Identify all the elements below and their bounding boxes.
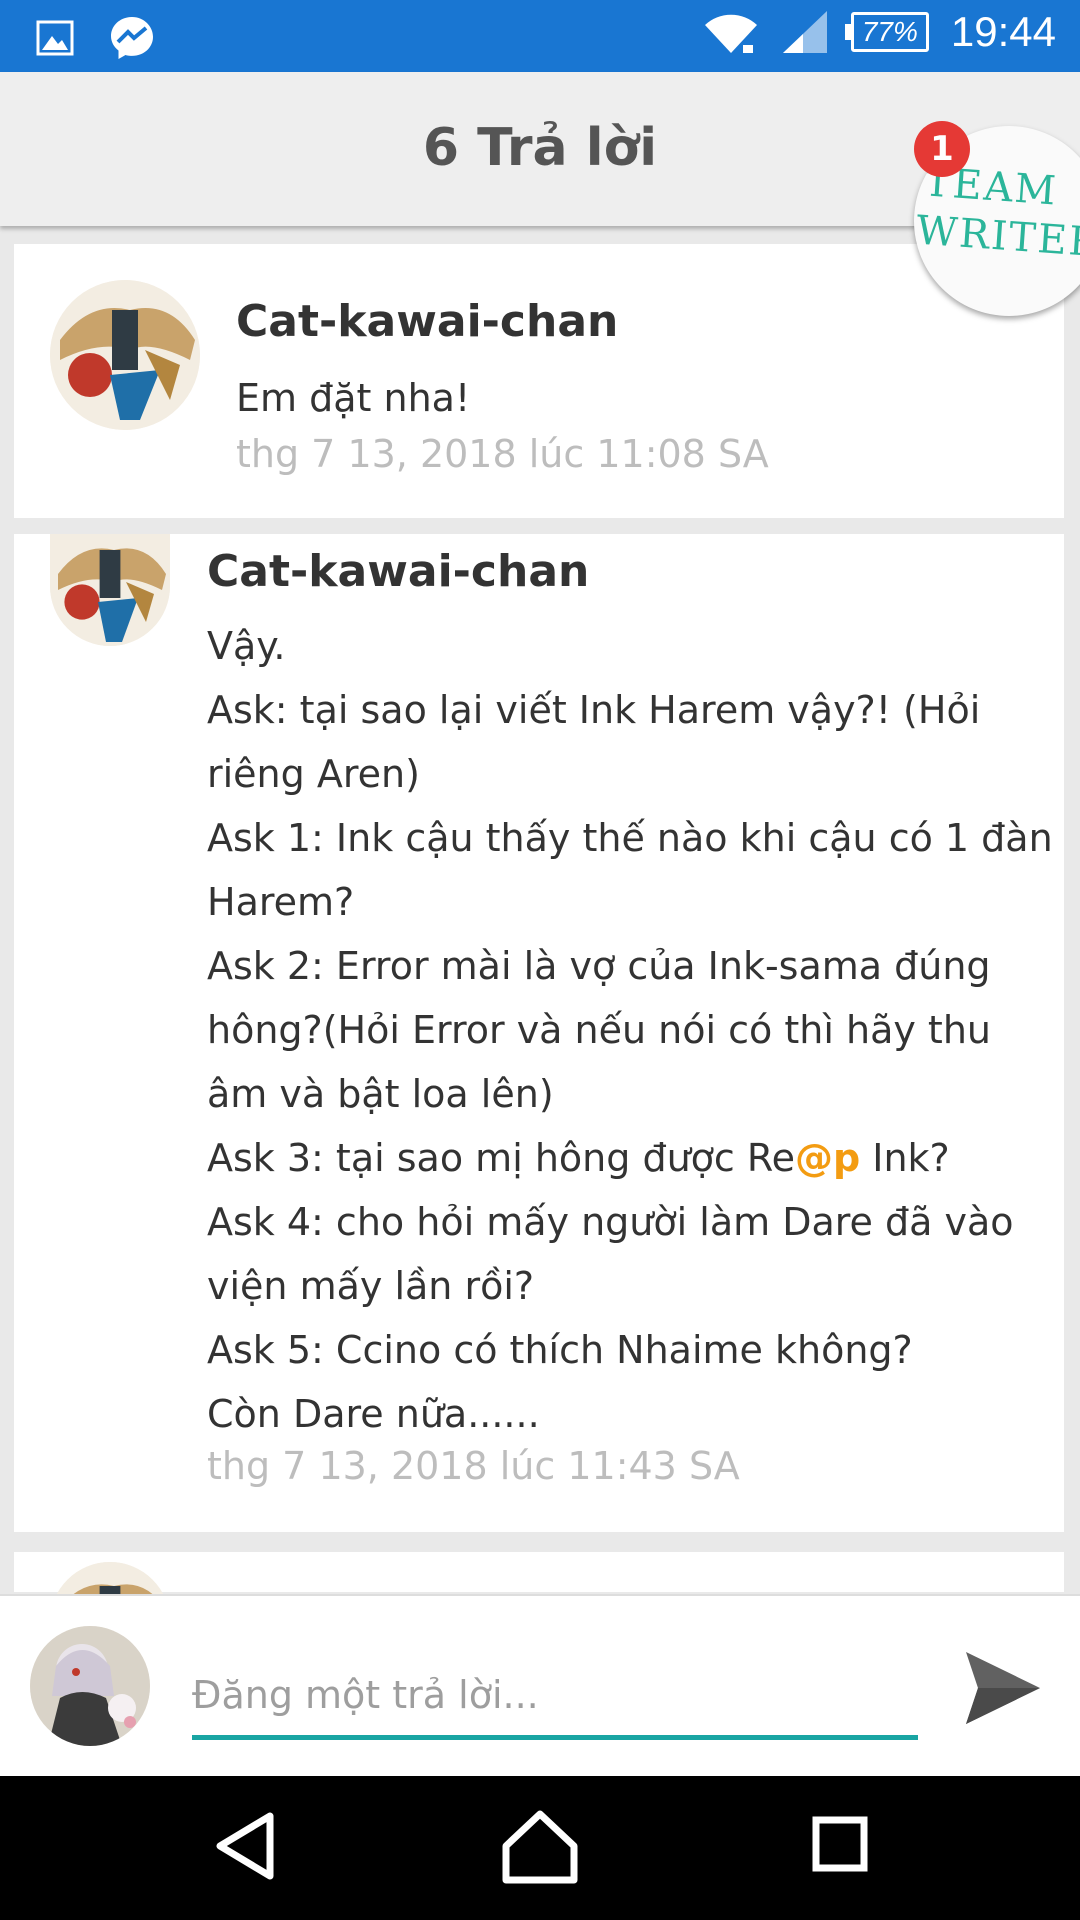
comment-card: [14, 1552, 1064, 1682]
comment-line: âm và bật loa lên): [207, 1072, 554, 1116]
reply-bar: [0, 1594, 1080, 1778]
back-icon[interactable]: [210, 1806, 280, 1886]
comment-timestamp: thg 7 13, 2018 lúc 11:08 SA: [236, 432, 769, 476]
battery-icon: 77%: [844, 12, 929, 52]
messenger-icon: [111, 17, 153, 59]
status-bar: 77% 19:44: [0, 0, 1080, 72]
send-icon[interactable]: [960, 1646, 1044, 1730]
comment-line: Còn Dare nữa......: [207, 1392, 540, 1436]
comment-line: Vậy.: [207, 624, 286, 668]
comment-line: Ask 4: cho hỏi mấy người làm Dare đã vào: [207, 1200, 1014, 1244]
comment-line: Ask 2: Error mài là vợ của Ink-sama đúng: [207, 944, 991, 988]
comment-card: Cat-kawai-chan Vậy. Ask: tại sao lại viế…: [14, 534, 1064, 1532]
comment-author[interactable]: Cat-kawai-chan: [236, 296, 618, 347]
home-icon[interactable]: [500, 1806, 580, 1886]
notification-badge: 1: [914, 121, 970, 177]
comment-line: Em đặt nha!: [236, 376, 471, 420]
mention-link[interactable]: @p: [795, 1136, 860, 1180]
signal-icon: [782, 11, 827, 53]
comment-line-text: Ink?: [860, 1136, 950, 1180]
comment-line: Ask 1: Ink cậu thấy thế nào khi cậu có 1…: [207, 816, 1053, 860]
comment-line: Ask: tại sao lại viết Ink Harem vậy?! (H…: [207, 688, 981, 732]
avatar[interactable]: [50, 534, 170, 646]
comment-line: Ask 5: Ccino có thích Nhaime không?: [207, 1328, 913, 1372]
comment-line: riêng Aren): [207, 752, 420, 796]
reply-input[interactable]: [192, 1654, 918, 1740]
comment-timestamp: thg 7 13, 2018 lúc 11:43 SA: [207, 1444, 740, 1488]
recent-apps-icon[interactable]: [810, 1806, 870, 1886]
comment-line: hông?(Hỏi Error và nếu nói có thì hãy th…: [207, 1008, 991, 1052]
comment-card: Cat-kawai-chan Em đặt nha! thg 7 13, 201…: [14, 244, 1064, 518]
comment-line: viện mấy lần rồi?: [207, 1264, 535, 1308]
user-avatar[interactable]: [30, 1626, 150, 1746]
clock: 19:44: [950, 8, 1056, 55]
comment-author[interactable]: Cat-kawai-chan: [207, 546, 589, 597]
comment-line-text: Ask 3: tại sao mị hông được Re: [207, 1136, 795, 1180]
comment-text: Em đặt nha!: [236, 366, 470, 430]
comment-line: Harem?: [207, 880, 355, 924]
avatar[interactable]: [50, 280, 200, 430]
wifi-icon: [704, 14, 757, 53]
logo-text-line-2: WRITER: [914, 207, 1080, 267]
comment-line: Ask 3: tại sao mị hông được Re@p Ink?: [207, 1126, 1053, 1190]
comment-text: Vậy. Ask: tại sao lại viết Ink Harem vậy…: [207, 614, 1053, 1446]
gallery-icon: [36, 20, 74, 56]
system-nav-bar: [0, 1776, 1080, 1920]
battery-percent: 77%: [861, 16, 918, 47]
